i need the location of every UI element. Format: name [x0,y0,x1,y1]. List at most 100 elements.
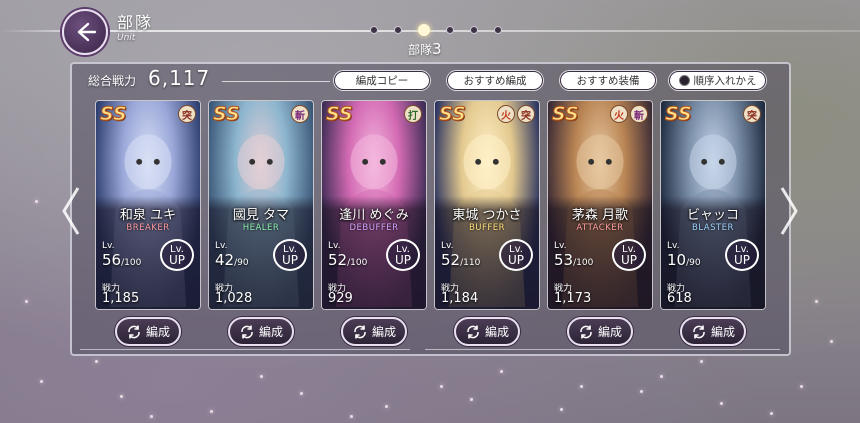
rank-ss-icon: SS [552,103,580,126]
character-card[interactable]: SS 國見 タマ HEALER Lv. 42/90 Lv. UP 戦力 1,028… [208,100,314,310]
level-value: 52/100 [328,251,368,269]
back-arrow-icon [77,22,97,42]
change-formation-label: 編成 [371,325,396,339]
attribute-badge: 打 [404,105,422,123]
level-up-button[interactable]: Lv. UP [725,239,759,271]
level-up-button[interactable]: Lv. UP [612,239,646,271]
character-card[interactable]: SS 茅森 月歌 ATTACKER Lv. 53/100 Lv. UP 戦力 1,… [547,100,653,310]
level-label: Lv. [102,241,115,251]
swap-icon [693,325,705,338]
rank-ss-icon: SS [326,103,354,126]
level-label: Lv. [667,241,680,251]
unit-page-dot[interactable] [446,26,454,34]
change-formation-label: 編成 [145,325,170,339]
level-value: 56/100 [102,251,142,269]
attribute-badge: 突 [517,105,535,123]
rank-ss-icon: SS [439,103,467,126]
level-up-button[interactable]: Lv. UP [499,239,533,271]
reorder-label: 順序入れかえ [693,75,757,87]
reorder-checkbox-icon [678,75,690,86]
total-power-value: 6,117 [148,66,211,90]
total-power-label: 総合戦力 [88,74,137,88]
unit-page-dot[interactable] [370,26,378,34]
swap-icon [580,325,592,338]
bottom-divider-right [425,349,780,350]
level-label: Lv. [441,241,454,251]
power-value: 1,028 [215,291,253,306]
recommended-equipment-button[interactable]: おすすめ装備 [560,71,656,90]
copy-formation-button[interactable]: 編成コピー [334,71,430,90]
change-formation-button[interactable]: 編成 [454,317,520,346]
attribute-badge: 突 [178,105,196,123]
character-name: 逢川 めぐみ [339,208,409,223]
power-value: 1,173 [554,291,592,306]
level-value: 52/110 [441,251,481,269]
character-card[interactable]: SS 和泉 ユキ BREAKER Lv. 56/100 Lv. UP 戦力 1,1… [95,100,201,310]
swap-icon [241,325,253,338]
level-up-button[interactable]: Lv. UP [160,239,194,271]
character-name: 東城 つかさ [452,208,522,223]
level-label: Lv. [215,241,228,251]
character-role: HEALER [242,223,280,233]
character-role: BUFFER [468,223,506,233]
attribute-badge: 火 [497,105,515,123]
change-formation-label: 編成 [710,325,735,339]
back-button[interactable] [62,9,108,55]
page-title: 部隊 [117,13,154,32]
power-value: 929 [328,291,353,306]
level-label: Lv. [554,241,567,251]
unit-page-dot[interactable] [394,26,402,34]
reorder-toggle[interactable]: 順序入れかえ [669,71,766,90]
previous-unit-arrow-icon[interactable] [60,186,82,236]
recommended-formation-label: おすすめ編成 [463,75,527,87]
level-value: 53/100 [554,251,594,269]
swap-icon [467,325,479,338]
change-formation-button[interactable]: 編成 [680,317,746,346]
next-unit-arrow-icon[interactable] [778,186,800,236]
level-up-button[interactable]: Lv. UP [273,239,307,271]
unit-number: 3 [432,40,442,58]
unit-page-dot[interactable] [418,24,430,36]
change-formation-button[interactable]: 編成 [228,317,294,346]
unit-pagination [362,24,510,36]
attribute-badge: 火 [610,105,628,123]
character-role: ATTACKER [576,223,624,233]
change-formation-label: 編成 [597,325,622,339]
character-card[interactable]: SS ビャッコ BLASTER Lv. 10/90 Lv. UP 戦力 618 突 [660,100,766,310]
power-value: 618 [667,291,692,306]
bottom-divider-left [80,349,410,350]
attribute-badge: 斬 [291,105,309,123]
character-role: BREAKER [126,223,170,233]
recommended-formation-button[interactable]: おすすめ編成 [447,71,543,90]
change-formation-button[interactable]: 編成 [341,317,407,346]
character-role: DEBUFFER [349,223,399,233]
swap-icon [128,325,140,338]
unit-page-dot[interactable] [494,26,502,34]
level-value: 10/90 [667,251,701,269]
power-divider [222,81,330,82]
change-formation-button[interactable]: 編成 [567,317,633,346]
swap-icon [354,325,366,338]
power-value: 1,184 [441,291,479,306]
unit-page-dot[interactable] [470,26,478,34]
character-name: 茅森 月歌 [571,208,629,223]
change-formation-button[interactable]: 編成 [115,317,181,346]
change-formation-label: 編成 [484,325,509,339]
page-subtitle: Unit [117,33,136,43]
copy-formation-label: 編成コピー [355,75,409,87]
power-value: 1,185 [102,291,140,306]
unit-label-prefix: 部隊 [408,43,433,57]
attribute-badge: 突 [743,105,761,123]
unit-label: 部隊3 [408,40,442,58]
character-name: 和泉 ユキ [119,208,177,223]
character-role: BLASTER [692,223,734,233]
change-formation-label: 編成 [258,325,283,339]
character-name: ビャッコ [686,208,739,223]
character-card[interactable]: SS 東城 つかさ BUFFER Lv. 52/110 Lv. UP 戦力 1,1… [434,100,540,310]
level-up-button[interactable]: Lv. UP [386,239,420,271]
level-value: 42/90 [215,251,249,269]
character-card[interactable]: SS 逢川 めぐみ DEBUFFER Lv. 52/100 Lv. UP 戦力 9… [321,100,427,310]
recommended-equipment-label: おすすめ装備 [576,75,640,87]
rank-ss-icon: SS [100,103,128,126]
level-label: Lv. [328,241,341,251]
